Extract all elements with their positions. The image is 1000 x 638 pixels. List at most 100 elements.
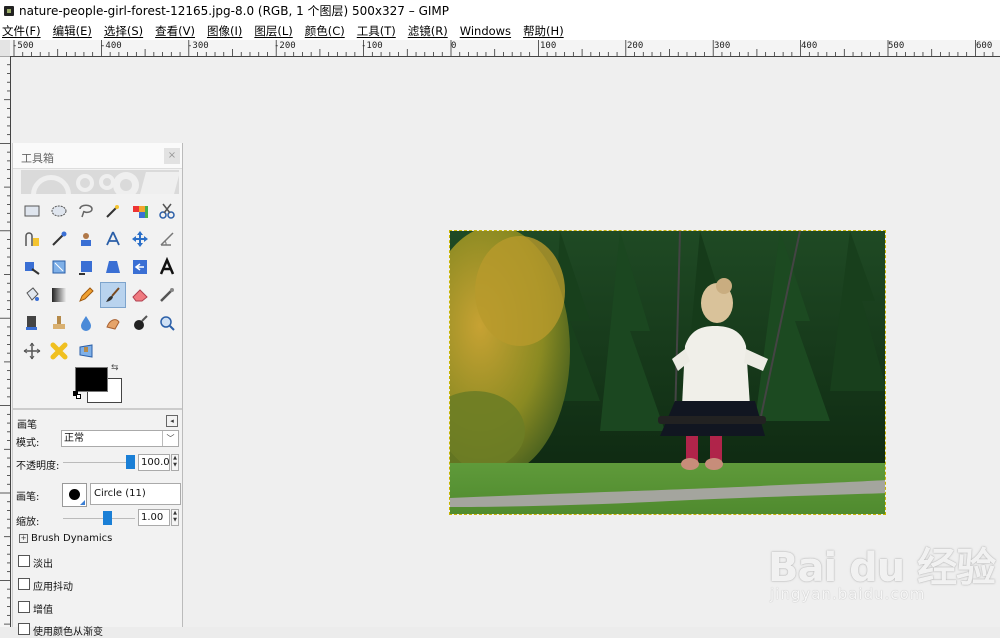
ruler-label: 500 <box>888 41 905 51</box>
scissors-icon[interactable] <box>154 198 180 224</box>
mode-value: 正常 <box>64 433 84 444</box>
rotate-icon[interactable] <box>73 254 99 280</box>
cage-transform-icon[interactable] <box>19 338 45 364</box>
menu-windows[interactable]: Windows <box>458 24 517 38</box>
menu-view[interactable]: 查看(V) <box>153 23 201 39</box>
ruler-label: -400 <box>100 41 122 51</box>
jitter-checkbox[interactable] <box>18 578 30 590</box>
color-swatches: ⇆ <box>73 363 133 407</box>
gradient-color-checkbox[interactable] <box>18 623 30 635</box>
vertical-ruler[interactable] <box>0 56 11 627</box>
close-icon[interactable]: × <box>164 148 180 164</box>
opacity-slider-track[interactable] <box>63 462 135 463</box>
ruler-label: -200 <box>274 41 296 51</box>
perspective-clone-icon[interactable] <box>73 338 99 364</box>
scale-slider-track[interactable] <box>63 518 135 519</box>
opacity-input[interactable]: 100.0 <box>138 454 170 471</box>
scale-input[interactable]: 1.00 <box>138 509 170 526</box>
menu-image[interactable]: 图像(I) <box>205 23 248 39</box>
perspective-icon[interactable] <box>127 254 153 280</box>
image-canvas[interactable] <box>449 230 886 515</box>
opacity-label: 不透明度: <box>16 461 60 472</box>
ruler-label: 0 <box>451 41 457 51</box>
smudge-icon[interactable] <box>100 310 126 336</box>
ruler-label: 400 <box>801 41 818 51</box>
rect-select-icon[interactable] <box>19 198 45 224</box>
baidu-watermark: Bai du 经验 jingyan.baidu.com <box>768 533 996 613</box>
gradient-color-label: 使用颜色从渐变 <box>33 627 103 638</box>
ruler-label: -100 <box>361 41 383 51</box>
ruler-label: -300 <box>187 41 209 51</box>
color-picker-icon[interactable] <box>73 226 99 252</box>
tool-options-title: 画笔 <box>17 420 37 431</box>
brush-label: 画笔: <box>16 492 40 503</box>
photo-girl-on-swing <box>450 231 885 514</box>
menu-edit[interactable]: 编辑(E) <box>51 23 98 39</box>
menu-tools[interactable]: 工具(T) <box>355 23 402 39</box>
warp-icon[interactable] <box>46 338 72 364</box>
align-icon[interactable] <box>19 254 45 280</box>
select-by-color-icon[interactable] <box>127 198 153 224</box>
incremental-label: 增值 <box>33 605 53 616</box>
dodge-burn-icon[interactable] <box>127 310 153 336</box>
ruler-ticks <box>13 40 994 56</box>
blend-icon[interactable] <box>46 282 72 308</box>
divider <box>13 408 182 410</box>
opacity-slider-handle[interactable] <box>126 455 135 469</box>
panel-menu-icon[interactable]: ◂ <box>166 415 178 427</box>
expand-icon[interactable]: + <box>19 534 28 543</box>
gimp-wilber-banner <box>21 170 179 194</box>
foreground-color-swatch[interactable] <box>75 367 108 392</box>
corner-indicator <box>80 500 85 505</box>
title-bar: nature-people-girl-forest-12165.jpg-8.0 … <box>0 0 1000 21</box>
fade-checkbox[interactable] <box>18 555 30 567</box>
pencil-icon[interactable] <box>73 282 99 308</box>
text-icon[interactable] <box>154 254 180 280</box>
foreground-select-icon[interactable] <box>19 226 45 252</box>
bucket-fill-icon[interactable] <box>19 282 45 308</box>
lasso-icon[interactable] <box>73 198 99 224</box>
chevron-down-icon: ﹀ <box>162 431 178 446</box>
toolbox-titlebar[interactable]: 工具箱 × <box>13 143 182 169</box>
measure-icon[interactable] <box>154 226 180 252</box>
swap-colors-icon[interactable]: ⇆ <box>111 363 119 373</box>
zoom-person-icon[interactable] <box>100 226 126 252</box>
fuzzy-select-icon[interactable] <box>100 198 126 224</box>
default-colors-icon[interactable] <box>73 391 81 399</box>
jitter-label: 应用抖动 <box>33 582 73 593</box>
ellipse-select-icon[interactable] <box>46 198 72 224</box>
menu-file[interactable]: 文件(F) <box>0 23 47 39</box>
clone-icon[interactable] <box>46 310 72 336</box>
eraser-icon[interactable] <box>127 282 153 308</box>
brush-dynamics-label[interactable]: Brush Dynamics <box>31 533 112 544</box>
watermark-url: jingyan.baidu.com <box>770 585 926 603</box>
toolbox-panel: 工具箱 × ⇆ 画笔 ◂ 模式: 正常 ﹀ 不透明度: 100.0 ▲ ▼ 画笔… <box>12 143 183 638</box>
paintbrush-icon[interactable] <box>100 282 126 308</box>
scale-icon[interactable] <box>100 254 126 280</box>
brush-preview-button[interactable] <box>62 483 87 507</box>
ruler-label: 200 <box>627 41 644 51</box>
incremental-checkbox[interactable] <box>18 601 30 613</box>
scale-slider-handle[interactable] <box>103 511 112 525</box>
scale-label: 缩放: <box>16 517 40 528</box>
move-icon[interactable] <box>127 226 153 252</box>
ink-icon[interactable] <box>19 310 45 336</box>
menu-help[interactable]: 帮助(H) <box>521 23 570 39</box>
brush-name-field[interactable]: Circle (11) <box>90 483 181 505</box>
crop-icon[interactable] <box>46 254 72 280</box>
airbrush-icon[interactable] <box>154 282 180 308</box>
opacity-spinner[interactable]: ▲ ▼ <box>171 454 179 471</box>
scale-spinner[interactable]: ▲ ▼ <box>171 509 179 526</box>
mode-select[interactable]: 正常 ﹀ <box>61 430 179 447</box>
paths-icon[interactable] <box>46 226 72 252</box>
horizontal-ruler[interactable]: -500 -400 -300 -200 -100 0 100 200 300 4… <box>10 40 1000 57</box>
ruler-label: 300 <box>714 41 731 51</box>
menu-colors[interactable]: 颜色(C) <box>303 23 351 39</box>
menu-select[interactable]: 选择(S) <box>102 23 149 39</box>
heal-icon[interactable] <box>73 310 99 336</box>
menu-layer[interactable]: 图层(L) <box>252 23 298 39</box>
magnify-icon[interactable] <box>154 310 180 336</box>
gimp-app-icon <box>4 5 14 16</box>
menu-filters[interactable]: 滤镜(R) <box>406 23 454 39</box>
ruler-ticks <box>0 56 10 625</box>
